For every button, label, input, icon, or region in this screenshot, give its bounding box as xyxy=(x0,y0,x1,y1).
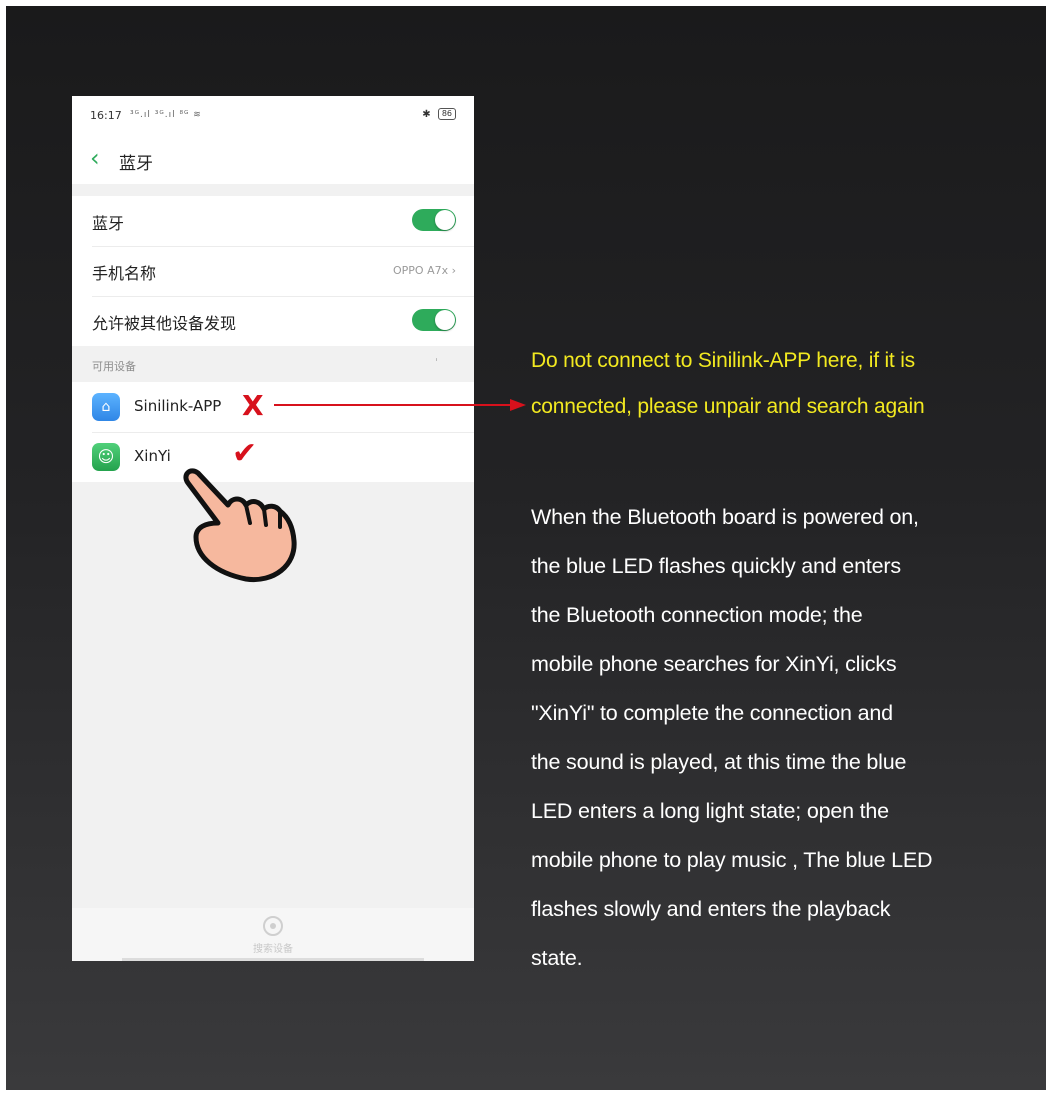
toggle-knob xyxy=(435,210,455,230)
red-arrow-icon xyxy=(274,399,526,411)
red-x-mark-icon: X xyxy=(242,389,264,422)
status-bar: 16:17 ³ᴳ.ıl ³ᴳ.ıl ⁸ᴳ ≋ ✱ 86 xyxy=(72,96,474,136)
back-chevron-icon[interactable]: ‹ xyxy=(90,146,100,170)
description-line: the blue LED flashes quickly and enters xyxy=(531,554,901,578)
discoverable-row[interactable]: 允许被其他设备发现 xyxy=(72,296,474,346)
description-line: mobile phone searches for XinYi, clicks xyxy=(531,652,897,676)
warning-line: Do not connect to Sinilink-APP here, if … xyxy=(531,349,915,372)
description-line: LED enters a long light state; open the xyxy=(531,799,889,823)
description-text: When the Bluetooth board is powered on, … xyxy=(531,493,1026,983)
description-line: flashes slowly and enters the playback xyxy=(531,897,891,921)
discoverable-label: 允许被其他设备发现 xyxy=(92,314,237,333)
available-devices-header: 可用设备 xyxy=(92,360,136,373)
status-time: 16:17 xyxy=(90,109,122,122)
sinilink-app-icon: ⌂ xyxy=(92,393,120,421)
nav-bar: ‹ 蓝牙 xyxy=(72,136,474,184)
phone-screenshot: 16:17 ³ᴳ.ıl ³ᴳ.ıl ⁸ᴳ ≋ ✱ 86 ‹ 蓝牙 蓝牙 手机名称… xyxy=(72,96,474,961)
discoverable-toggle[interactable] xyxy=(412,309,456,331)
device-name: XinYi xyxy=(134,447,171,465)
pointing-hand-icon xyxy=(183,468,297,583)
description-line: the sound is played, at this time the bl… xyxy=(531,750,907,774)
page-title: 蓝牙 xyxy=(119,154,153,174)
warning-line: connected, please unpair and search agai… xyxy=(531,395,925,418)
description-line: When the Bluetooth board is powered on, xyxy=(531,505,919,529)
signal-icon: ³ᴳ.ıl ³ᴳ.ıl ⁸ᴳ ≋ xyxy=(130,110,202,120)
bluetooth-icon: ✱ xyxy=(422,109,431,120)
battery-icon: 86 xyxy=(437,108,456,120)
device-name: Sinilink-APP xyxy=(134,397,222,415)
status-right: ✱ 86 xyxy=(422,108,456,120)
toggle-knob xyxy=(435,310,455,330)
description-line: the Bluetooth connection mode; the xyxy=(531,603,863,627)
bluetooth-toggle[interactable] xyxy=(412,209,456,231)
bluetooth-row[interactable]: 蓝牙 xyxy=(72,196,474,246)
home-indicator xyxy=(122,958,424,961)
loading-indicator: ˈ xyxy=(434,356,438,369)
description-line: state. xyxy=(531,946,583,970)
description-line: mobile phone to play music , The blue LE… xyxy=(531,848,933,872)
background-panel: 16:17 ³ᴳ.ıl ³ᴳ.ıl ⁸ᴳ ≋ ✱ 86 ‹ 蓝牙 蓝牙 手机名称… xyxy=(6,6,1046,1090)
search-devices-label[interactable]: 搜索设备 xyxy=(72,940,474,955)
phone-name-label: 手机名称 xyxy=(92,264,157,283)
phone-name-row[interactable]: 手机名称 OPPO A7x › xyxy=(72,246,474,296)
description-line: "XinYi" to complete the connection and xyxy=(531,701,893,725)
bottom-bar: 搜索设备 xyxy=(72,908,474,961)
bluetooth-label: 蓝牙 xyxy=(92,214,125,233)
bluetooth-settings: 蓝牙 手机名称 OPPO A7x › 允许被其他设备发现 xyxy=(72,196,474,346)
warning-note: Do not connect to Sinilink-APP here, if … xyxy=(531,338,1031,430)
search-devices-icon[interactable] xyxy=(263,916,283,936)
xinyi-app-icon: ☺ xyxy=(92,443,120,471)
phone-name-value: OPPO A7x › xyxy=(392,264,456,277)
